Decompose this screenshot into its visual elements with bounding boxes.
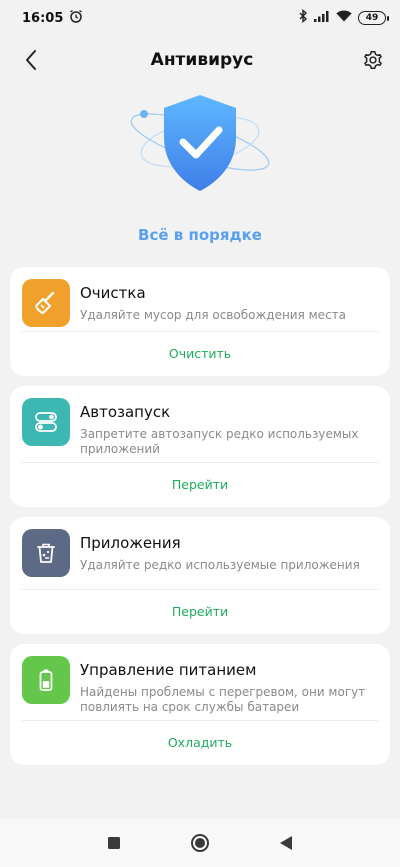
card-description: Удаляйте мусор для освобождения места bbox=[80, 308, 347, 322]
alarm-icon bbox=[69, 9, 83, 27]
hero-section: Всё в порядке bbox=[0, 82, 400, 267]
feature-cards: Очистка Удаляйте мусор для освобождения … bbox=[0, 267, 400, 765]
card-apps: Приложения Удаляйте редко используемые п… bbox=[10, 517, 390, 634]
card-description: Запретите автозапуск редко используемых … bbox=[80, 427, 359, 456]
trash-icon bbox=[22, 529, 70, 577]
battery-icon bbox=[22, 656, 70, 704]
back-icon[interactable] bbox=[275, 832, 297, 854]
status-bar: 16:05 49 bbox=[0, 0, 400, 36]
signal-icon bbox=[314, 10, 330, 26]
card-title: Очистка bbox=[80, 284, 146, 302]
shield-check-icon bbox=[120, 92, 280, 202]
card-title: Управление питанием bbox=[80, 661, 257, 679]
system-nav-bar bbox=[0, 819, 400, 867]
autostart-go-button[interactable]: Перейти bbox=[10, 463, 390, 507]
bluetooth-icon bbox=[298, 9, 308, 27]
card-autostart: Автозапуск Запретите автозапуск редко ис… bbox=[10, 386, 390, 507]
broom-icon bbox=[22, 279, 70, 327]
battery-indicator: 49 bbox=[358, 11, 389, 25]
status-time: 16:05 bbox=[22, 10, 64, 26]
card-title: Приложения bbox=[80, 534, 181, 552]
card-power: Управление питанием Найдены проблемы с п… bbox=[10, 644, 390, 765]
recent-apps-icon[interactable] bbox=[103, 832, 125, 854]
card-title: Автозапуск bbox=[80, 403, 171, 421]
app-header: Антивирус bbox=[0, 38, 400, 82]
toggles-icon bbox=[22, 398, 70, 446]
apps-go-button[interactable]: Перейти bbox=[10, 590, 390, 634]
page-title: Антивирус bbox=[150, 50, 254, 70]
card-description: Удаляйте редко используемые приложения bbox=[80, 558, 360, 572]
battery-level: 49 bbox=[365, 13, 379, 23]
card-description: Найдены проблемы с перегревом, они могут… bbox=[80, 685, 366, 714]
gear-icon[interactable] bbox=[360, 47, 386, 73]
wifi-icon bbox=[336, 10, 352, 26]
home-icon[interactable] bbox=[189, 832, 211, 854]
back-arrow-icon[interactable] bbox=[18, 47, 44, 73]
security-status: Всё в порядке bbox=[138, 226, 262, 244]
cleanup-button[interactable]: Очистить bbox=[10, 332, 390, 376]
cool-down-button[interactable]: Охладить bbox=[10, 721, 390, 765]
card-cleanup: Очистка Удаляйте мусор для освобождения … bbox=[10, 267, 390, 376]
